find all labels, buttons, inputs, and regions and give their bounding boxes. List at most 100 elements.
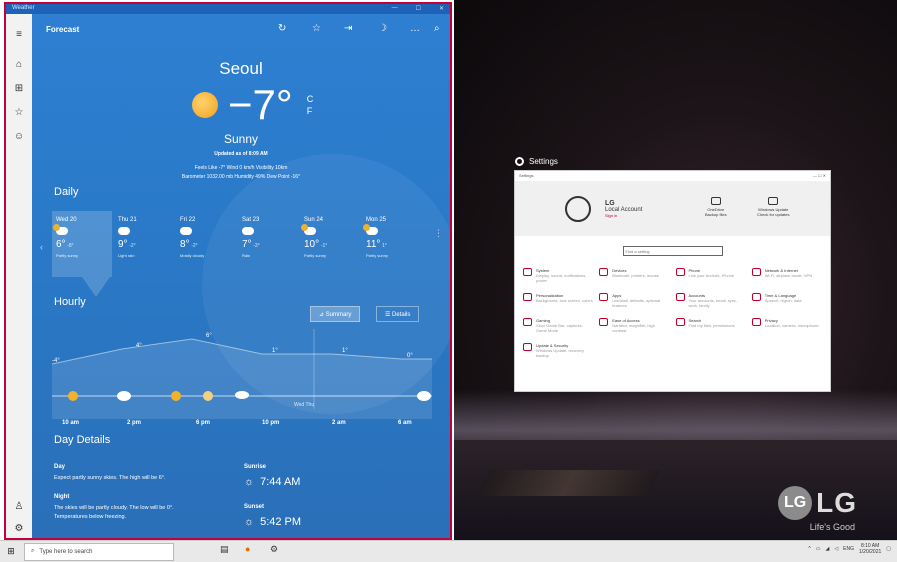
day-details-heading: Day Details <box>54 434 111 446</box>
minimize-button[interactable]: — <box>392 5 398 13</box>
settings-item-accounts[interactable]: Accounts Your accounts, email, sync, work… <box>675 293 746 308</box>
maximize-button[interactable]: ☐ <box>416 5 421 13</box>
chevron-left-icon[interactable]: ‹ <box>40 242 43 252</box>
settings-item-ease-of-access[interactable]: Ease of Access Narrator, magnifier, high … <box>599 318 669 333</box>
chevron-up-icon[interactable]: ^ <box>808 546 810 552</box>
settings-item-sub: Wi-Fi, airplane mode, VPN <box>764 273 813 278</box>
hour-label-5: 6 am <box>398 420 412 426</box>
details-toggle[interactable]: ☰ Details <box>376 306 420 322</box>
settings-item-sub: Uninstall, defaults, optional features <box>612 298 661 308</box>
daily-day-2[interactable]: Fri 22 8° -2° Mostly cloudy <box>176 211 236 277</box>
hourly-chart: -4° 4° 6° 1° 1° 0° Wed Thu <box>52 329 432 419</box>
home-icon[interactable]: ⌂ <box>13 58 25 70</box>
battery-icon[interactable]: ▭ <box>816 546 821 552</box>
partly-cloudy-icon <box>117 391 131 401</box>
sign-in-link[interactable]: Sign in <box>605 213 642 218</box>
favorites-icon[interactable]: ☆ <box>13 106 25 118</box>
more-icon[interactable]: … <box>410 23 420 34</box>
settings-item-system[interactable]: System Display, sound, notifications, pow… <box>523 268 593 283</box>
forecast-toolbar: Forecast ↻ ☆ ⇥ ☽ … ⌕ <box>32 14 450 44</box>
taskbar-search-placeholder: Type here to search <box>39 548 93 555</box>
hourly-temp-1: 4° <box>136 343 142 349</box>
settings-search-input[interactable]: Find a setting <box>622 246 723 256</box>
celsius-unit[interactable]: C <box>307 93 314 105</box>
settings-item-time-language[interactable]: Time & Language Speech, region, date <box>751 293 822 308</box>
weather-icon <box>301 224 316 235</box>
maps-icon[interactable]: ⊞ <box>13 82 25 94</box>
refresh-icon[interactable]: ↻ <box>278 23 286 34</box>
sunset-label: Sunset <box>244 504 265 510</box>
settings-item-network-internet[interactable]: Network & Internet Wi-Fi, airplane mode, … <box>751 268 822 283</box>
day-name: Fri 22 <box>180 217 196 223</box>
task-view-icon[interactable]: ▤ <box>220 544 229 555</box>
settings-item-apps[interactable]: Apps Uninstall, defaults, optional featur… <box>599 293 669 308</box>
settings-header: LG Local Account Sign in OneDrive Backup… <box>515 181 830 236</box>
more-vertical-icon[interactable]: ⋮ <box>434 228 443 239</box>
settings-item-sub: Link your Android, iPhone <box>688 273 735 278</box>
gear-icon <box>515 157 524 166</box>
language-indicator[interactable]: ENG <box>843 546 854 552</box>
hamburger-menu-icon[interactable]: ≡ <box>13 28 25 40</box>
avatar[interactable] <box>565 195 591 222</box>
fahrenheit-unit[interactable]: F <box>307 105 314 117</box>
system-tray: ^ ▭ ◢ ◁ ENG 8:10 AM 1/20/2021 ▢ <box>808 543 891 555</box>
windows-update-sub: Check for updates <box>757 212 790 217</box>
star-icon[interactable]: ☆ <box>312 23 321 34</box>
start-button[interactable]: ⊞ <box>0 541 22 562</box>
settings-item-sub: Windows Update, recovery, backup <box>536 348 585 358</box>
network-icon[interactable]: ◢ <box>825 546 829 552</box>
weather-icon <box>363 224 378 235</box>
settings-category-icon <box>523 293 532 301</box>
account-icon[interactable]: ♙ <box>13 500 25 512</box>
settings-item-gaming[interactable]: Gaming Xbox Game Bar, captures, Game Mode <box>523 318 593 333</box>
day-description: Partly sunny <box>304 253 327 258</box>
windows-update-shortcut[interactable]: Windows Update Check for updates <box>757 197 789 217</box>
lg-brand-text: LG <box>816 487 857 518</box>
day-description: Partly sunny <box>366 253 389 258</box>
clock[interactable]: 8:10 AM 1/20/2021 <box>859 543 881 555</box>
settings-item-search[interactable]: Search Find my files, permissions <box>675 318 746 333</box>
moon-icon[interactable]: ☽ <box>378 23 387 34</box>
unit-toggle[interactable]: C F <box>307 93 314 117</box>
day-high: 8° <box>180 239 190 250</box>
volume-icon[interactable]: ◁ <box>834 546 838 552</box>
weather-app-icon[interactable]: ● <box>245 544 250 554</box>
close-button[interactable]: ✕ <box>439 5 444 13</box>
daily-day-4[interactable]: Sun 24 10° -1° Partly sunny <box>300 211 360 277</box>
settings-category-icon <box>523 268 532 276</box>
pin-icon[interactable]: ⇥ <box>344 23 352 34</box>
onedrive-shortcut[interactable]: OneDrive Backup files <box>705 197 727 217</box>
settings-item-personalization[interactable]: Personalization Background, lock screen, … <box>523 293 593 308</box>
settings-category-icon <box>675 318 685 326</box>
settings-category-icon <box>751 293 761 301</box>
settings-app-icon[interactable]: ⚙ <box>270 544 278 555</box>
sun-icon <box>192 92 218 118</box>
onedrive-sub: Backup files <box>705 212 727 217</box>
settings-item-devices[interactable]: Devices Bluetooth, printers, mouse <box>599 268 669 283</box>
weather-window-title: Weather <box>12 5 35 11</box>
day-label: Day <box>54 464 66 470</box>
taskbar-search[interactable]: ⌕ Type here to search <box>24 542 174 561</box>
summary-toggle[interactable]: ⊿ Summary <box>310 306 361 322</box>
daily-day-1[interactable]: Thu 21 9° -2° Light rain <box>114 211 174 277</box>
settings-window[interactable]: Settings — ☐ ✕ LG Local Account Sign in … <box>514 170 831 392</box>
settings-caption-text: Settings <box>529 157 558 166</box>
hourly-temp-2: 6° <box>206 333 212 339</box>
settings-window-buttons[interactable]: — ☐ ✕ <box>813 173 826 179</box>
day-name: Sun 24 <box>304 217 324 223</box>
day-high: 10° <box>304 239 320 250</box>
feedback-icon[interactable]: ☺ <box>13 130 25 142</box>
settings-item-privacy[interactable]: Privacy Location, camera, microphone <box>751 318 822 333</box>
hourly-heading: Hourly <box>54 296 86 308</box>
daily-day-3[interactable]: Sat 23 7° -3° Rain <box>238 211 298 277</box>
notification-icon[interactable]: ▢ <box>886 546 891 552</box>
settings-gear-icon[interactable]: ⚙ <box>13 522 25 534</box>
daily-day-0[interactable]: Wed 20 6° -8° Partly sunny <box>52 211 112 277</box>
search-icon[interactable]: ⌕ <box>434 23 440 34</box>
sunrise: ☼ 7:44 AM <box>244 476 300 488</box>
sun-icon <box>171 391 181 401</box>
hourly-temp-5: 0° <box>407 353 413 359</box>
daily-day-5[interactable]: Mon 25 11° 1° Partly sunny <box>362 211 422 277</box>
settings-item-update-security[interactable]: Update & Security Windows Update, recover… <box>523 343 593 358</box>
settings-item-phone[interactable]: Phone Link your Android, iPhone <box>675 268 746 283</box>
